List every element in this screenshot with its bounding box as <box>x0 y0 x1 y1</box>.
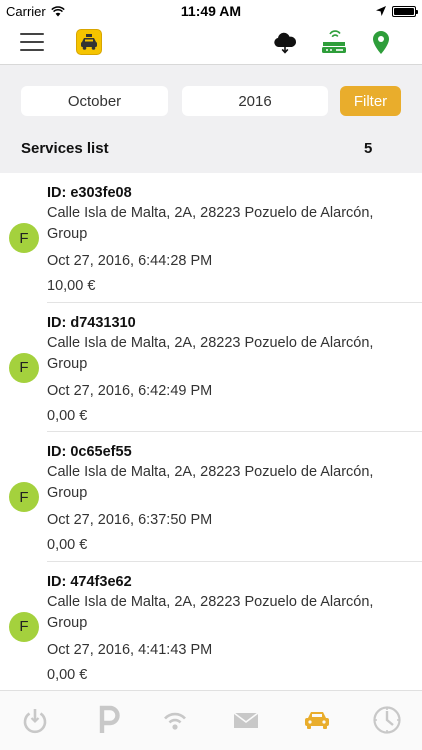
service-price: 0,00 € <box>47 407 88 424</box>
wifi-signal-icon[interactable] <box>160 705 190 735</box>
status-bar: Carrier 11:49 AM <box>0 0 422 22</box>
parking-icon[interactable] <box>94 705 124 735</box>
service-group: Group <box>47 485 88 501</box>
nav-bar <box>0 22 422 65</box>
mail-icon[interactable] <box>231 705 261 735</box>
service-address: Calle Isla de Malta, 2A, 28223 Pozuelo d… <box>47 205 374 221</box>
service-price: 10,00 € <box>47 278 96 294</box>
avatar: F <box>9 223 39 253</box>
list-item[interactable]: F ID: 474f3e62 Calle Isla de Malta, 2A, … <box>0 562 422 691</box>
service-price: 0,00 € <box>47 537 88 553</box>
clock-icon[interactable] <box>372 705 402 735</box>
service-address: Calle Isla de Malta, 2A, 28223 Pozuelo d… <box>47 593 374 610</box>
list-item[interactable]: F ID: 0c65ef55 Calle Isla de Malta, 2A, … <box>0 432 422 562</box>
service-group: Group <box>47 226 88 242</box>
service-date: Oct 27, 2016, 6:37:50 PM <box>47 512 213 528</box>
service-id: ID: d7431310 <box>47 314 136 331</box>
filter-panel: October 2016 Filter Services list 5 <box>0 65 422 173</box>
avatar: F <box>9 482 39 512</box>
carrier-label: Carrier <box>6 3 46 19</box>
services-list-title: Services list <box>21 140 109 157</box>
service-date: Oct 27, 2016, 6:42:49 PM <box>47 382 213 399</box>
avatar: F <box>9 352 39 383</box>
service-group: Group <box>47 614 88 631</box>
menu-icon <box>20 33 44 35</box>
service-price: 0,00 € <box>47 666 88 683</box>
avatar: F <box>9 611 39 642</box>
menu-button[interactable] <box>20 33 44 53</box>
tab-bar <box>0 690 422 750</box>
location-arrow-icon <box>376 6 386 16</box>
service-date: Oct 27, 2016, 6:44:28 PM <box>47 253 213 269</box>
taxi-logo-icon <box>76 29 102 55</box>
car-icon[interactable] <box>302 705 332 735</box>
year-selector[interactable]: 2016 <box>182 86 328 116</box>
filter-button[interactable]: Filter <box>340 86 401 116</box>
service-date: Oct 27, 2016, 4:41:43 PM <box>47 641 213 658</box>
battery-icon <box>392 5 418 17</box>
router-icon[interactable] <box>320 30 348 56</box>
service-id: ID: 474f3e62 <box>47 573 132 590</box>
wifi-icon <box>51 5 65 16</box>
list-item[interactable]: F ID: e303fe08 Calle Isla de Malta, 2A, … <box>0 173 422 303</box>
cloud-download-icon[interactable] <box>272 30 298 56</box>
services-count: 5 <box>364 140 373 157</box>
service-id: ID: 0c65ef55 <box>47 444 132 460</box>
map-pin-icon[interactable] <box>370 30 392 56</box>
service-address: Calle Isla de Malta, 2A, 28223 Pozuelo d… <box>47 334 374 351</box>
service-group: Group <box>47 355 88 372</box>
service-address: Calle Isla de Malta, 2A, 28223 Pozuelo d… <box>47 464 374 480</box>
services-list: F ID: e303fe08 Calle Isla de Malta, 2A, … <box>0 173 422 690</box>
service-id: ID: e303fe08 <box>47 185 132 201</box>
power-icon[interactable] <box>20 705 50 735</box>
month-selector[interactable]: October <box>21 86 168 116</box>
list-item[interactable]: F ID: d7431310 Calle Isla de Malta, 2A, … <box>0 303 422 432</box>
